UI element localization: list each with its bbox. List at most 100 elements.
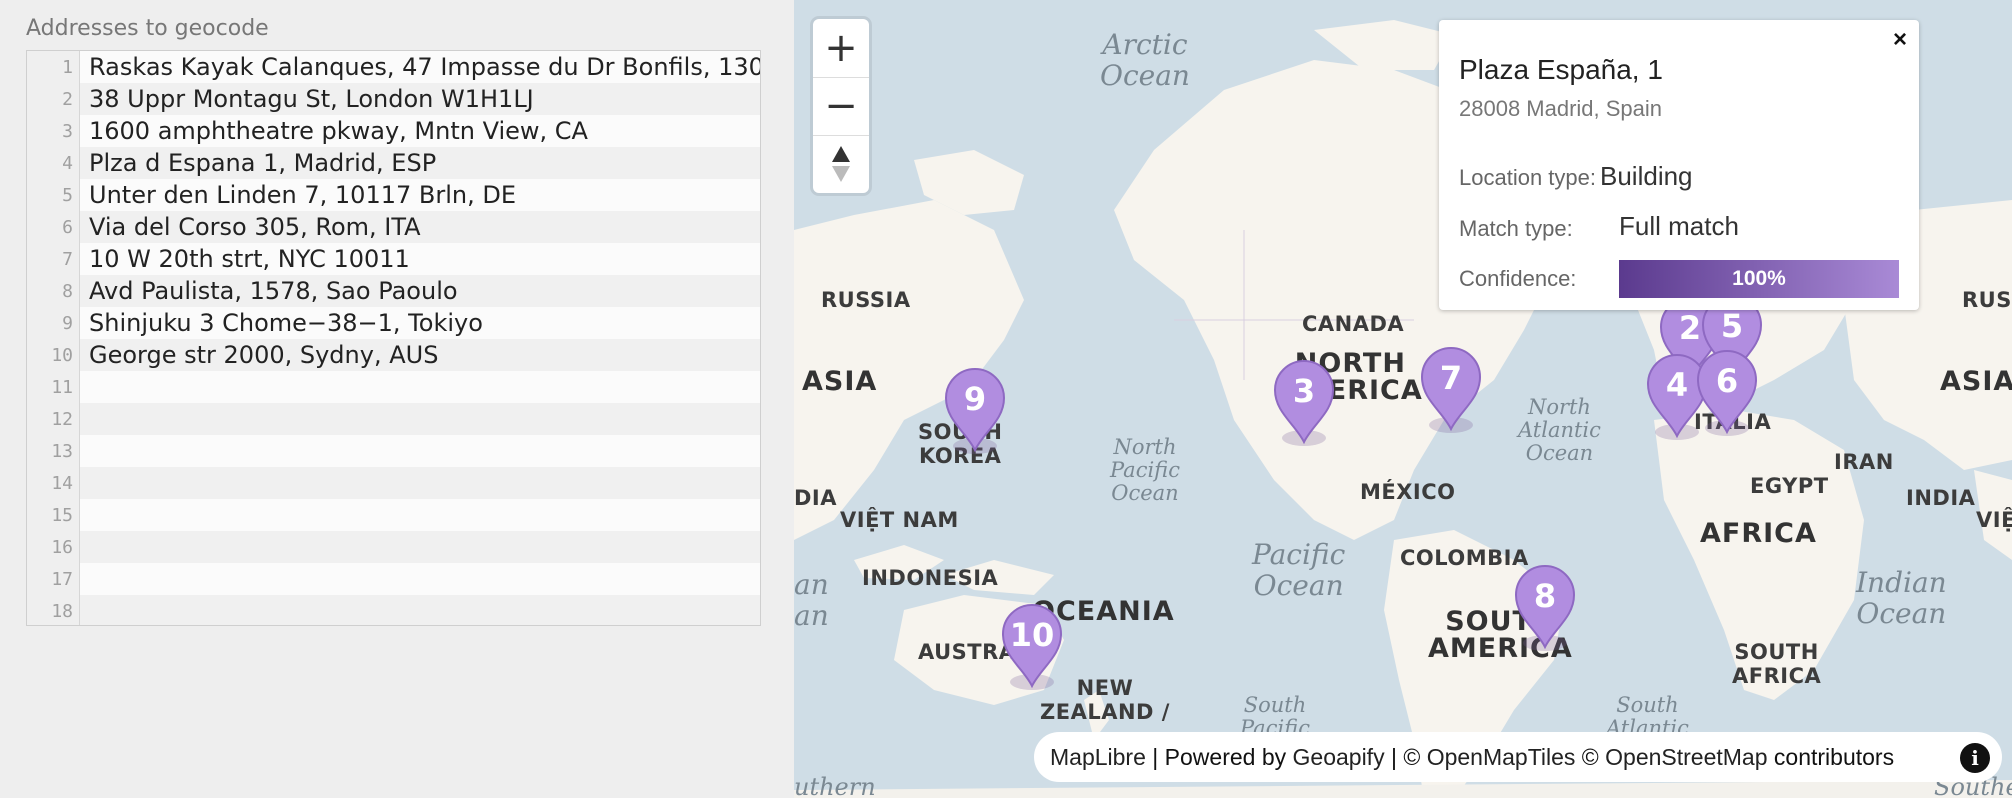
line-number: 9 — [62, 313, 73, 334]
line-number: 16 — [51, 537, 73, 558]
map-marker[interactable]: 7 — [1420, 345, 1482, 433]
line-number: 18 — [51, 601, 73, 622]
map-marker[interactable]: 6 — [1696, 348, 1758, 436]
label-africa: AFRICA — [1700, 518, 1817, 549]
editor-line[interactable]: 16 — [27, 531, 760, 563]
label-asia-right: ASIA — [1940, 366, 2012, 397]
address-text[interactable]: 38 Uppr Montagu St, London W1H1LJ — [89, 85, 534, 113]
openstreetmap-link[interactable]: OpenStreetMap — [1605, 744, 1767, 771]
map-view[interactable]: Arctic Ocean RUSSIA RUSS ASIA ASIA SOUTH… — [794, 0, 2012, 798]
contributors-text: contributors — [1767, 743, 1895, 770]
confidence-label: Confidence: — [1459, 266, 1577, 291]
map-marker[interactable]: 8 — [1514, 563, 1576, 651]
match-type-label: Match type: — [1459, 216, 1573, 241]
match-type-value: Full match — [1619, 211, 1739, 241]
label-asia: ASIA — [802, 366, 878, 397]
address-text[interactable]: Unter den Linden 7, 10117 Brln, DE — [89, 181, 516, 209]
line-number: 14 — [51, 473, 73, 494]
line-background — [80, 563, 760, 595]
editor-line[interactable]: 9 Shinjuku 3 Chome−38−1, Tokiyo — [27, 307, 760, 339]
map-marker[interactable]: 9 — [944, 366, 1006, 454]
line-number: 5 — [62, 185, 73, 206]
editor-line[interactable]: 18 — [27, 595, 760, 625]
marker-number: 10 — [1009, 616, 1055, 654]
label-arctic-ocean: Arctic Ocean — [1100, 28, 1190, 92]
editor-line[interactable]: 13 — [27, 435, 760, 467]
marker-number: 5 — [1720, 307, 1744, 345]
compass-icon — [832, 146, 850, 182]
label-canada: CANADA — [1302, 312, 1405, 336]
label-russia: RUSSIA — [821, 288, 911, 312]
line-number: 17 — [51, 569, 73, 590]
editor-line[interactable]: 12 — [27, 403, 760, 435]
editor-line[interactable]: 7 10 W 20th strt, NYC 10011 — [27, 243, 760, 275]
line-background — [80, 467, 760, 499]
location-type-value: Building — [1600, 161, 1693, 191]
label-mexico: MÉXICO — [1360, 480, 1456, 504]
marker-number: 8 — [1533, 577, 1557, 615]
zoom-control: + − — [813, 19, 869, 193]
location-type-label: Location type: — [1459, 165, 1596, 190]
address-text[interactable]: 10 W 20th strt, NYC 10011 — [89, 245, 410, 273]
map-marker[interactable]: 10 — [1001, 602, 1063, 690]
address-text[interactable]: George str 2000, Sydny, AUS — [89, 341, 438, 369]
line-number: 1 — [62, 57, 73, 78]
left-panel: Addresses to geocode 1 Raskas Kayak Calan… — [0, 0, 794, 798]
panel-title: Addresses to geocode — [26, 16, 269, 41]
info-icon[interactable]: i — [1960, 743, 1990, 773]
editor-line[interactable]: 1 Raskas Kayak Calanques, 47 Impasse du D… — [27, 51, 760, 83]
zoom-in-button[interactable]: + — [813, 19, 869, 77]
marker-number: 7 — [1439, 359, 1463, 397]
line-number: 15 — [51, 505, 73, 526]
label-north-atlantic: North Atlantic Ocean — [1518, 395, 1601, 466]
address-text[interactable]: Raskas Kayak Calanques, 47 Impasse du Dr… — [89, 53, 760, 81]
editor-line[interactable]: 2 38 Uppr Montagu St, London W1H1LJ — [27, 83, 760, 115]
line-number: 8 — [62, 281, 73, 302]
line-number: 12 — [51, 409, 73, 430]
attribution-separator: | — [1384, 743, 1404, 770]
close-button[interactable]: × — [1893, 26, 1907, 54]
label-colombia: COLOMBIA — [1400, 546, 1529, 570]
editor-line[interactable]: 15 — [27, 499, 760, 531]
label-russia-right: RUSS — [1962, 288, 2012, 312]
line-number: 13 — [51, 441, 73, 462]
line-number: 3 — [62, 121, 73, 142]
address-text[interactable]: 1600 amphtheatre pkway, Mntn View, CA — [89, 117, 588, 145]
zoom-out-button[interactable]: − — [813, 77, 869, 135]
line-number: 10 — [51, 345, 73, 366]
marker-number: 6 — [1715, 362, 1739, 400]
popup-title: Plaza España, 1 — [1459, 54, 1663, 85]
copyright-text: © — [1403, 743, 1427, 770]
address-editor[interactable]: 1 Raskas Kayak Calanques, 47 Impasse du D… — [26, 50, 761, 626]
label-viet-nam-right: VIỆ — [1976, 508, 2012, 532]
editor-line[interactable]: 14 — [27, 467, 760, 499]
geoapify-link[interactable]: Geoapify — [1293, 744, 1385, 771]
line-number: 2 — [62, 89, 73, 110]
compass-button[interactable] — [813, 135, 869, 193]
editor-line[interactable]: 10 George str 2000, Sydny, AUS — [27, 339, 760, 371]
label-indian-ocean: Indian Ocean — [1856, 566, 1947, 630]
editor-line[interactable]: 3 1600 amphtheatre pkway, Mntn View, CA — [27, 115, 760, 147]
line-number: 4 — [62, 153, 73, 174]
label-iran: IRAN — [1834, 450, 1894, 474]
address-text[interactable]: Shinjuku 3 Chome−38−1, Tokiyo — [89, 309, 483, 337]
line-number: 6 — [62, 217, 73, 238]
location-popup: × Plaza España, 1 28008 Madrid, Spain Lo… — [1439, 20, 1919, 310]
maplibre-link[interactable]: MapLibre — [1050, 744, 1146, 771]
openmaptiles-link[interactable]: OpenMapTiles — [1427, 744, 1576, 771]
marker-number: 9 — [963, 380, 987, 418]
editor-line[interactable]: 17 — [27, 563, 760, 595]
label-north-pacific: North Pacific Ocean — [1110, 435, 1180, 506]
label-viet-nam: VIỆT NAM — [840, 508, 959, 532]
editor-line[interactable]: 6 Via del Corso 305, Rom, ITA — [27, 211, 760, 243]
editor-line[interactable]: 8 Avd Paulista, 1578, Sao Paoulo — [27, 275, 760, 307]
editor-line[interactable]: 11 — [27, 371, 760, 403]
address-text[interactable]: Plza d Espana 1, Madrid, ESP — [89, 149, 436, 177]
line-background — [80, 435, 760, 467]
editor-line[interactable]: 5 Unter den Linden 7, 10117 Brln, DE — [27, 179, 760, 211]
editor-line[interactable]: 4 Plza d Espana 1, Madrid, ESP — [27, 147, 760, 179]
address-text[interactable]: Avd Paulista, 1578, Sao Paoulo — [89, 277, 458, 305]
map-marker[interactable]: 3 — [1273, 358, 1335, 446]
address-text[interactable]: Via del Corso 305, Rom, ITA — [89, 213, 421, 241]
attribution-bar: MapLibre | Powered by Geoapify | © OpenM… — [1034, 732, 2002, 782]
